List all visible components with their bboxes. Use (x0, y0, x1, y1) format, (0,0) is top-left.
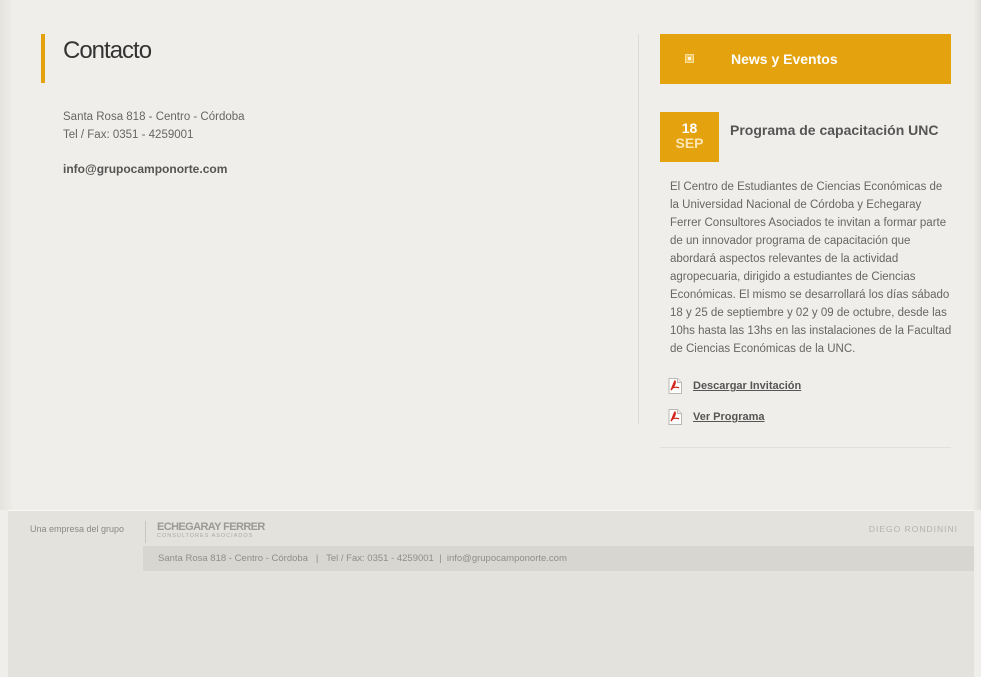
view-program-link[interactable]: Ver Programa (668, 408, 765, 426)
footer-contact-bar: Santa Rosa 818 - Centro - Córdoba | Tel … (143, 546, 974, 571)
background-shade-right (973, 0, 981, 510)
pdf-icon (668, 378, 682, 394)
download-invitation-label: Descargar Invitación (693, 380, 802, 392)
contact-address: Santa Rosa 818 - Centro - Córdoba Tel / … (63, 108, 245, 144)
square-bullet-icon (685, 54, 694, 63)
logo-main-text: ECHEGARAY FERRER (157, 521, 265, 533)
logo-sub-text: CONSULTORES ASOCIADOS (157, 533, 254, 539)
event-description: El Centro de Estudiantes de Ciencias Eco… (670, 181, 952, 355)
page-title: Contacto (63, 37, 152, 64)
news-header-title: News y Eventos (731, 51, 838, 67)
news-bottom-rule (660, 447, 951, 448)
download-invitation-link[interactable]: Descargar Invitación (668, 377, 801, 395)
contact-email-link[interactable]: info@grupocamponorte.com (63, 162, 227, 176)
footer-separator (145, 521, 146, 543)
event-date-badge: 18 SEP (660, 112, 719, 162)
footer-credit-link[interactable]: DIEGO RONDININI (869, 524, 958, 534)
address-line: Santa Rosa 818 - Centro - Córdoba (63, 111, 245, 123)
footer-contact-line: Santa Rosa 818 - Centro - Córdoba | Tel … (158, 553, 567, 564)
phone-line: Tel / Fax: 0351 - 4259001 (63, 129, 194, 141)
news-header: News y Eventos (660, 34, 951, 84)
event-day: 18 (681, 120, 698, 136)
view-program-label: Ver Programa (693, 411, 765, 423)
column-divider (638, 34, 639, 424)
title-accent-bar (41, 34, 45, 83)
echegaray-ferrer-logo[interactable]: ECHEGARAY FERRER CONSULTORES ASOCIADOS (157, 522, 265, 540)
pdf-icon (668, 409, 682, 425)
footer-group-label: Una empresa del grupo (30, 524, 125, 534)
event-month: SEP (675, 135, 704, 151)
background-shade-left (0, 0, 14, 510)
event-title: Programa de capacitación UNC (730, 122, 939, 138)
footer: Una empresa del grupo ECHEGARAY FERRER C… (8, 510, 974, 677)
